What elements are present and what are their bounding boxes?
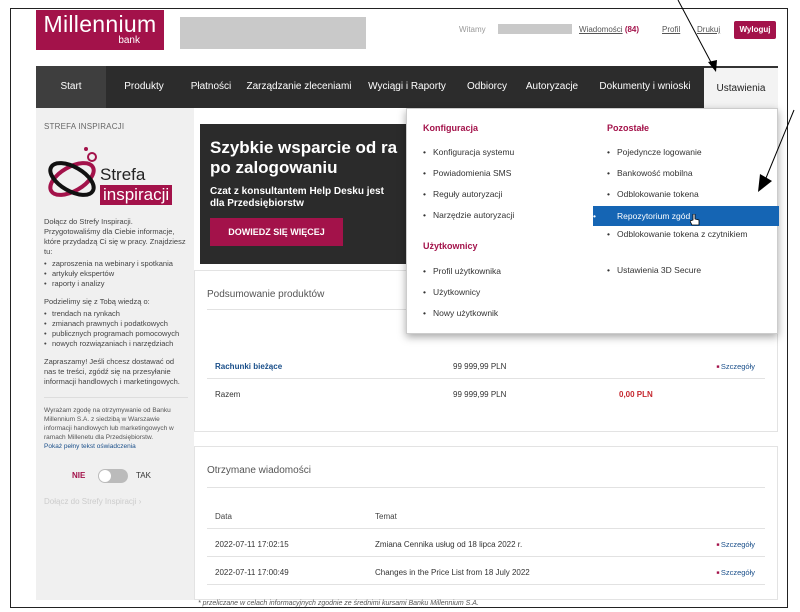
menu-item-narzedzie-autoryzacji[interactable]: Narzędzie autoryzacji <box>423 210 514 221</box>
column-header-date: Data <box>215 512 232 521</box>
logout-button[interactable]: Wyloguj <box>734 21 776 39</box>
redacted-user-name <box>498 24 572 34</box>
list-item: zmianach prawnych i podatkowych <box>44 319 188 329</box>
strefa-logo: Strefa inspiracji <box>44 145 188 207</box>
millennium-logo[interactable]: Millennium bank <box>36 10 164 50</box>
learn-more-button[interactable]: DOWIEDZ SIĘ WIĘCEJ <box>210 218 343 246</box>
section-title-uzytkownicy: Użytkownicy <box>423 241 478 251</box>
column-header-subject: Temat <box>375 512 397 521</box>
menu-item-odblokowanie-tokena-z-czytnikiem[interactable]: Odblokowanie tokena z czytnikiem <box>607 229 767 240</box>
nav-start[interactable]: Start <box>36 66 106 108</box>
menu-item-repozytorium-zgod[interactable]: Repozytorium zgód <box>593 206 779 226</box>
chevron-right-icon: › <box>138 497 142 506</box>
message-subject[interactable]: Zmiana Cennika usług od 18 lipca 2022 r. <box>375 540 522 549</box>
print-link[interactable]: Drukuj <box>697 25 720 34</box>
menu-item-profil-uzytkownika[interactable]: Profil użytkownika <box>423 266 501 277</box>
consent-text: Wyrażam zgodę na otrzymywanie od Banku M… <box>44 397 188 442</box>
message-subject[interactable]: Changes in the Price List from 18 July 2… <box>375 568 530 577</box>
menu-item-ustawienia-3d-secure[interactable]: Ustawienia 3D Secure <box>607 265 701 276</box>
inspiracji-word: inspiracji <box>100 185 173 205</box>
sidebar-share-text: Podzielimy się z Tobą wiedzą o: <box>44 297 150 306</box>
menu-item-odblokowanie-tokena[interactable]: Odblokowanie tokena <box>607 189 699 200</box>
received-messages-title: Otrzymane wiadomości <box>207 465 311 476</box>
sidebar-list-topics: trendach na rynkach zmianach prawnych i … <box>44 309 188 349</box>
total-label: Razem <box>215 390 241 399</box>
current-accounts-link[interactable]: Rachunki bieżące <box>215 362 282 371</box>
sidebar-intro: Dołącz do Strefy Inspiracji. Przygotowal… <box>44 217 186 256</box>
main-nav: Start Produkty Płatności Zarządzanie zle… <box>36 66 778 108</box>
message-date: 2022-07-11 17:02:15 <box>215 540 289 549</box>
table-row: Rachunki bieżące 99 999,99 PLN Szczegóły <box>207 353 765 379</box>
menu-item-nowy-uzytkownik[interactable]: Nowy użytkownik <box>423 308 498 319</box>
sidebar-title: STREFA INSPIRACJI <box>44 122 125 131</box>
table-row: 2022-07-11 17:02:15 Zmiana Cennika usług… <box>207 531 765 557</box>
nav-zarzadzanie-zleceniami[interactable]: Zarządzanie zleceniami <box>240 66 358 108</box>
sidebar-invite: Zapraszamy! Jeśli chcesz dostawać od nas… <box>44 357 180 386</box>
strefa-orbit-icon <box>48 147 97 197</box>
settings-dropdown-menu: Konfiguracja Konfiguracja systemu Powiad… <box>406 108 779 334</box>
section-title-pozostale: Pozostałe <box>607 123 650 133</box>
welcome-text: Witamy <box>459 25 486 34</box>
messages-count: (84) <box>624 25 640 34</box>
list-item: artykuły ekspertów <box>44 269 188 279</box>
footnote: * przeliczane w celach informacyjnych zg… <box>198 600 479 607</box>
nav-produkty[interactable]: Produkty <box>106 66 182 108</box>
nav-autoryzacje[interactable]: Autoryzacje <box>518 66 586 108</box>
nav-dokumenty-i-wnioski[interactable]: Dokumenty i wnioski <box>586 66 704 108</box>
messages-label: Wiadomości <box>579 25 623 34</box>
toggle-no-label: NIE <box>72 471 86 480</box>
profile-link[interactable]: Profil <box>662 25 680 34</box>
menu-item-konfiguracja-systemu[interactable]: Konfiguracja systemu <box>423 147 514 158</box>
join-strefa-link[interactable]: Dołącz do Strefy Inspiracji › <box>44 497 188 506</box>
menu-item-bankowosc-mobilna[interactable]: Bankowość mobilna <box>607 168 693 179</box>
logo-text: Millennium <box>43 11 157 37</box>
table-row: 2022-07-11 17:00:49 Changes in the Price… <box>207 559 765 585</box>
list-item: nowych rozwiązaniach i narzędziach <box>44 339 188 349</box>
sidebar-list-offers: zaproszenia na webinary i spotkania arty… <box>44 259 188 289</box>
section-title-konfiguracja: Konfiguracja <box>423 123 479 133</box>
message-date: 2022-07-11 17:00:49 <box>215 568 289 577</box>
redacted-company-name <box>180 17 366 49</box>
nav-ustawienia[interactable]: Ustawienia <box>704 66 778 108</box>
current-accounts-amount: 99 999,99 PLN <box>453 362 507 371</box>
menu-item-reguly-autoryzacji[interactable]: Reguły autoryzacji <box>423 189 502 200</box>
nav-odbiorcy[interactable]: Odbiorcy <box>456 66 518 108</box>
sidebar-strefa-inspiracji: STREFA INSPIRACJI Strefa inspiracji Dołą… <box>36 108 194 600</box>
menu-item-uzytkownicy[interactable]: Użytkownicy <box>423 287 480 298</box>
nav-wyciagi-i-raporty[interactable]: Wyciągi i Raporty <box>358 66 456 108</box>
list-item: zaproszenia na webinary i spotkania <box>44 259 188 269</box>
join-strefa-label: Dołącz do Strefy Inspiracji <box>44 497 137 506</box>
menu-item-pojedyncze-logowanie[interactable]: Pojedyncze logowanie <box>607 147 702 158</box>
total-extra-amount: 0,00 PLN <box>619 390 653 399</box>
table-header-row: Data Temat <box>207 503 765 529</box>
logo-subtext: bank <box>118 35 140 46</box>
consent-toggle[interactable] <box>98 469 128 483</box>
messages-link[interactable]: Wiadomości (84) <box>579 25 639 34</box>
received-messages-panel: Otrzymane wiadomości Data Temat 2022-07-… <box>194 446 778 600</box>
divider <box>207 487 765 488</box>
details-link[interactable]: Szczegóły <box>716 362 755 371</box>
list-item: publicznych programach pomocowych <box>44 329 188 339</box>
list-item: trendach na rynkach <box>44 309 188 319</box>
consent-toggle-row: NIE TAK <box>44 465 188 495</box>
list-item: raporty i analizy <box>44 279 188 289</box>
hand-cursor-icon <box>690 214 700 226</box>
total-amount: 99 999,99 PLN <box>453 390 507 399</box>
toggle-yes-label: TAK <box>136 471 151 480</box>
consent-full-text-link[interactable]: Pokaż pełny tekst oświadczenia <box>44 442 188 451</box>
products-summary-title: Podsumowanie produktów <box>207 289 325 300</box>
details-link[interactable]: Szczegóły <box>716 540 755 549</box>
strefa-word: Strefa <box>100 165 146 184</box>
menu-item-powiadomienia-sms[interactable]: Powiadomienia SMS <box>423 168 511 179</box>
details-link[interactable]: Szczegóły <box>716 568 755 577</box>
toggle-knob <box>99 470 111 482</box>
table-row: Razem 99 999,99 PLN 0,00 PLN <box>207 381 765 407</box>
nav-platnosci[interactable]: Płatności <box>182 66 240 108</box>
